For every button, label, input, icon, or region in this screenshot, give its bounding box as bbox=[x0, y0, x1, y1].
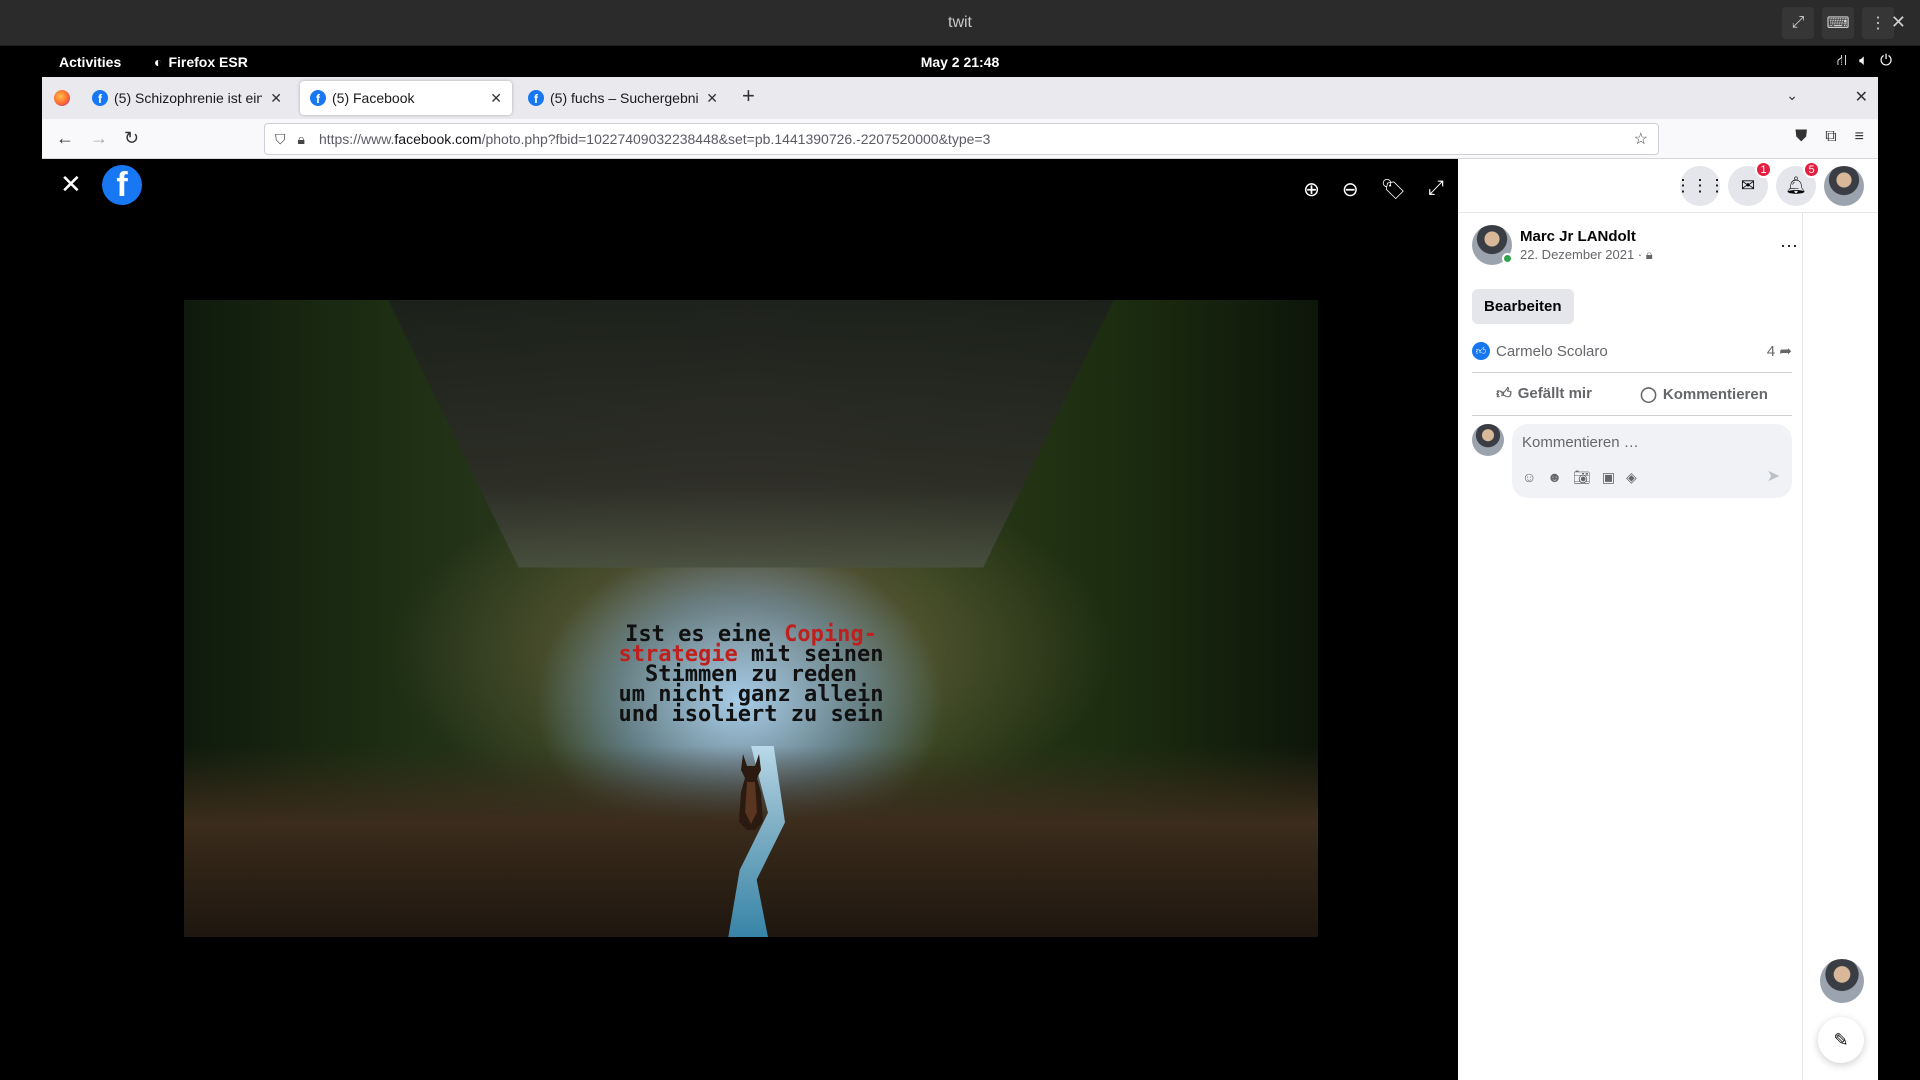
post-sidebar: ⋮⋮⋮ ✉ 1 🔔︎ 5 Marc Jr LANdolt 22. Dezembe… bbox=[1458, 159, 1878, 1080]
tab-schizophrenie[interactable]: f (5) Schizophrenie ist eine ✕ bbox=[82, 81, 292, 115]
facebook-favicon-icon: f bbox=[528, 90, 544, 106]
comment-bubble-icon: ◯ bbox=[1640, 386, 1657, 403]
tracking-protection-icon[interactable]: ⛉ bbox=[275, 131, 286, 148]
photo-text-line5: und isoliert zu sein bbox=[618, 701, 884, 727]
keyboard-icon[interactable]: ⌨ bbox=[1822, 7, 1854, 39]
commenter-avatar[interactable] bbox=[1472, 424, 1504, 456]
window-title: twit bbox=[948, 14, 972, 31]
zoom-out-icon[interactable]: ⊖ bbox=[1342, 177, 1359, 202]
photo[interactable]: Ist es eine Coping- strategie mit seinen… bbox=[184, 300, 1318, 937]
send-icon[interactable]: ➤ bbox=[1767, 466, 1780, 486]
comment-placeholder: Kommentieren … bbox=[1522, 434, 1639, 451]
system-tray[interactable]: ⛙ 🔈︎ ⏻ bbox=[1837, 52, 1892, 71]
chat-head-avatar[interactable] bbox=[1820, 959, 1864, 1003]
sidebar-header: ⋮⋮⋮ ✉ 1 🔔︎ 5 bbox=[1458, 159, 1878, 213]
page-content: ✕ f ⊕ ⊖ 🏷︎ ⤢ Ist es eine Coping- strateg… bbox=[42, 159, 1878, 1080]
list-all-tabs-icon[interactable]: ⌄ bbox=[1786, 87, 1798, 104]
forward-icon[interactable]: → bbox=[90, 128, 108, 149]
firefox-window: f (5) Schizophrenie ist eine ✕ f (5) Fac… bbox=[42, 77, 1878, 1080]
clock[interactable]: May 2 21:48 bbox=[0, 54, 1920, 70]
author-name[interactable]: Marc Jr LANdolt bbox=[1520, 228, 1653, 245]
firefox-close-icon[interactable]: ✕ bbox=[1855, 87, 1868, 107]
edit-button[interactable]: Bearbeiten bbox=[1472, 289, 1574, 324]
url-path: /photo.php?fbid=10227409032238448&set=pb… bbox=[481, 131, 991, 147]
like-label: Gefällt mir bbox=[1517, 385, 1592, 402]
tab-close-icon[interactable]: ✕ bbox=[490, 90, 502, 107]
url-domain: facebook.com bbox=[394, 131, 482, 147]
fullscreen-icon[interactable]: ⤢ bbox=[1782, 7, 1814, 39]
messenger-icon[interactable]: ✉ 1 bbox=[1728, 161, 1772, 206]
network-icon: ⛙ bbox=[1836, 52, 1848, 69]
window-menu-icon[interactable]: ⋮ bbox=[1862, 7, 1894, 39]
comment-label: Kommentieren bbox=[1662, 386, 1768, 403]
thumbs-up-icon: 👍︎ bbox=[1496, 385, 1512, 402]
pocket-icon[interactable]: ⛊ bbox=[1795, 128, 1807, 146]
zoom-in-icon[interactable]: ⊕ bbox=[1303, 177, 1320, 202]
reactions-row: 👍︎ Carmelo Scolaro 4 ➦ bbox=[1472, 342, 1792, 360]
emoji-icon[interactable]: ☻ bbox=[1547, 469, 1562, 486]
window-titlebar: twit ⤢ ⌨ ⋮ ✕ bbox=[0, 0, 1920, 46]
reactor-name[interactable]: Carmelo Scolaro bbox=[1496, 343, 1608, 360]
tab-facebook[interactable]: f (5) Facebook ✕ bbox=[300, 81, 512, 115]
menu-grid-icon[interactable]: ⋮⋮⋮ bbox=[1675, 166, 1726, 206]
tab-close-icon[interactable]: ✕ bbox=[270, 90, 282, 107]
post-author: Marc Jr LANdolt 22. Dezember 2021 · 🔒︎ ·… bbox=[1472, 225, 1798, 265]
comment-composer: Kommentieren … ☺ ☻ 📷︎ ▣ ◈ ➤ bbox=[1472, 424, 1792, 498]
like-button[interactable]: 👍︎ Gefällt mir bbox=[1496, 385, 1592, 403]
lock-icon[interactable]: 🔒︎ bbox=[298, 131, 305, 148]
notifications-bell-icon[interactable]: 🔔︎ 5 bbox=[1776, 161, 1820, 206]
photo-viewer: ✕ f ⊕ ⊖ 🏷︎ ⤢ Ist es eine Coping- strateg… bbox=[42, 159, 1458, 1080]
tab-close-icon[interactable]: ✕ bbox=[706, 90, 718, 107]
close-icon[interactable]: ✕ bbox=[60, 169, 82, 200]
avatar-sticker-icon[interactable]: ☺ bbox=[1522, 469, 1536, 486]
back-icon[interactable]: ← bbox=[56, 128, 74, 149]
share-arrow-icon: ➦ bbox=[1779, 343, 1792, 360]
like-reaction-icon: 👍︎ bbox=[1472, 342, 1490, 360]
tab-label: (5) Facebook bbox=[332, 90, 415, 106]
firefox-view-icon[interactable] bbox=[54, 90, 70, 106]
messenger-badge: 1 bbox=[1755, 161, 1772, 178]
photo-tunnel-ceiling bbox=[388, 300, 1114, 568]
camera-icon[interactable]: 📷︎ bbox=[1573, 469, 1591, 486]
more-options-icon[interactable]: ··· bbox=[1780, 235, 1798, 256]
url-bar[interactable]: ⛉ 🔒︎ https://www. facebook.com/photo.php?… bbox=[264, 123, 1659, 155]
reload-icon[interactable]: ↻ bbox=[124, 128, 139, 149]
facebook-favicon-icon: f bbox=[92, 90, 108, 106]
fox-silhouette bbox=[739, 754, 763, 831]
privacy-lock-icon: 🔒︎ bbox=[1645, 246, 1653, 262]
sticker-icon[interactable]: ◈ bbox=[1626, 469, 1637, 486]
facebook-logo[interactable]: f bbox=[102, 165, 142, 205]
new-tab-icon[interactable]: + bbox=[742, 83, 755, 109]
app-menu-icon[interactable]: ≡ bbox=[1855, 128, 1864, 146]
notifications-badge: 5 bbox=[1803, 161, 1820, 178]
post-date[interactable]: 22. Dezember 2021 · bbox=[1520, 247, 1642, 262]
comment-button[interactable]: ◯ Kommentieren bbox=[1640, 385, 1768, 403]
extensions-icon[interactable]: ⧉ bbox=[1825, 128, 1836, 146]
window-close-icon[interactable]: ✕ bbox=[1891, 12, 1906, 33]
author-avatar[interactable] bbox=[1472, 225, 1513, 265]
navigation-bar: ← → ↻ ⛉ 🔒︎ https://www. facebook.com/phot… bbox=[42, 119, 1878, 159]
tab-bar: f (5) Schizophrenie ist eine ✕ f (5) Fac… bbox=[42, 77, 1878, 119]
url-prefix: https://www. bbox=[318, 131, 395, 147]
fullscreen-icon[interactable]: ⤢ bbox=[1428, 177, 1444, 202]
tag-icon[interactable]: 🏷︎ bbox=[1381, 177, 1406, 202]
tab-label: (5) fuchs – Suchergebniss bbox=[550, 90, 699, 106]
power-icon: ⏻ bbox=[1880, 52, 1892, 69]
volume-icon: 🔈︎ bbox=[1859, 52, 1869, 69]
post-actions: 👍︎ Gefällt mir ◯ Kommentieren bbox=[1472, 372, 1792, 416]
post-details: Marc Jr LANdolt 22. Dezember 2021 · 🔒︎ ·… bbox=[1472, 225, 1798, 498]
tab-fuchs[interactable]: f (5) fuchs – Suchergebniss ✕ bbox=[518, 81, 728, 115]
sidebar-right-column bbox=[1802, 213, 1878, 1080]
comment-input[interactable]: Kommentieren … ☺ ☻ 📷︎ ▣ ◈ ➤ bbox=[1512, 424, 1792, 498]
gif-icon[interactable]: ▣ bbox=[1602, 469, 1615, 486]
profile-avatar[interactable] bbox=[1824, 166, 1864, 206]
new-message-icon[interactable]: ✎ bbox=[1818, 1017, 1864, 1063]
tab-label: (5) Schizophrenie ist eine bbox=[114, 90, 263, 106]
online-indicator bbox=[1502, 253, 1513, 264]
bookmark-star-icon[interactable]: ☆ bbox=[1634, 129, 1648, 149]
gnome-top-bar: Activities ◐ Firefox ESR May 2 21:48 ⛙ 🔈… bbox=[0, 46, 1920, 77]
photo-text: Ist es eine Coping- strategie mit seinen… bbox=[558, 623, 944, 727]
share-count[interactable]: 4 bbox=[1767, 343, 1775, 360]
facebook-favicon-icon: f bbox=[310, 90, 326, 106]
